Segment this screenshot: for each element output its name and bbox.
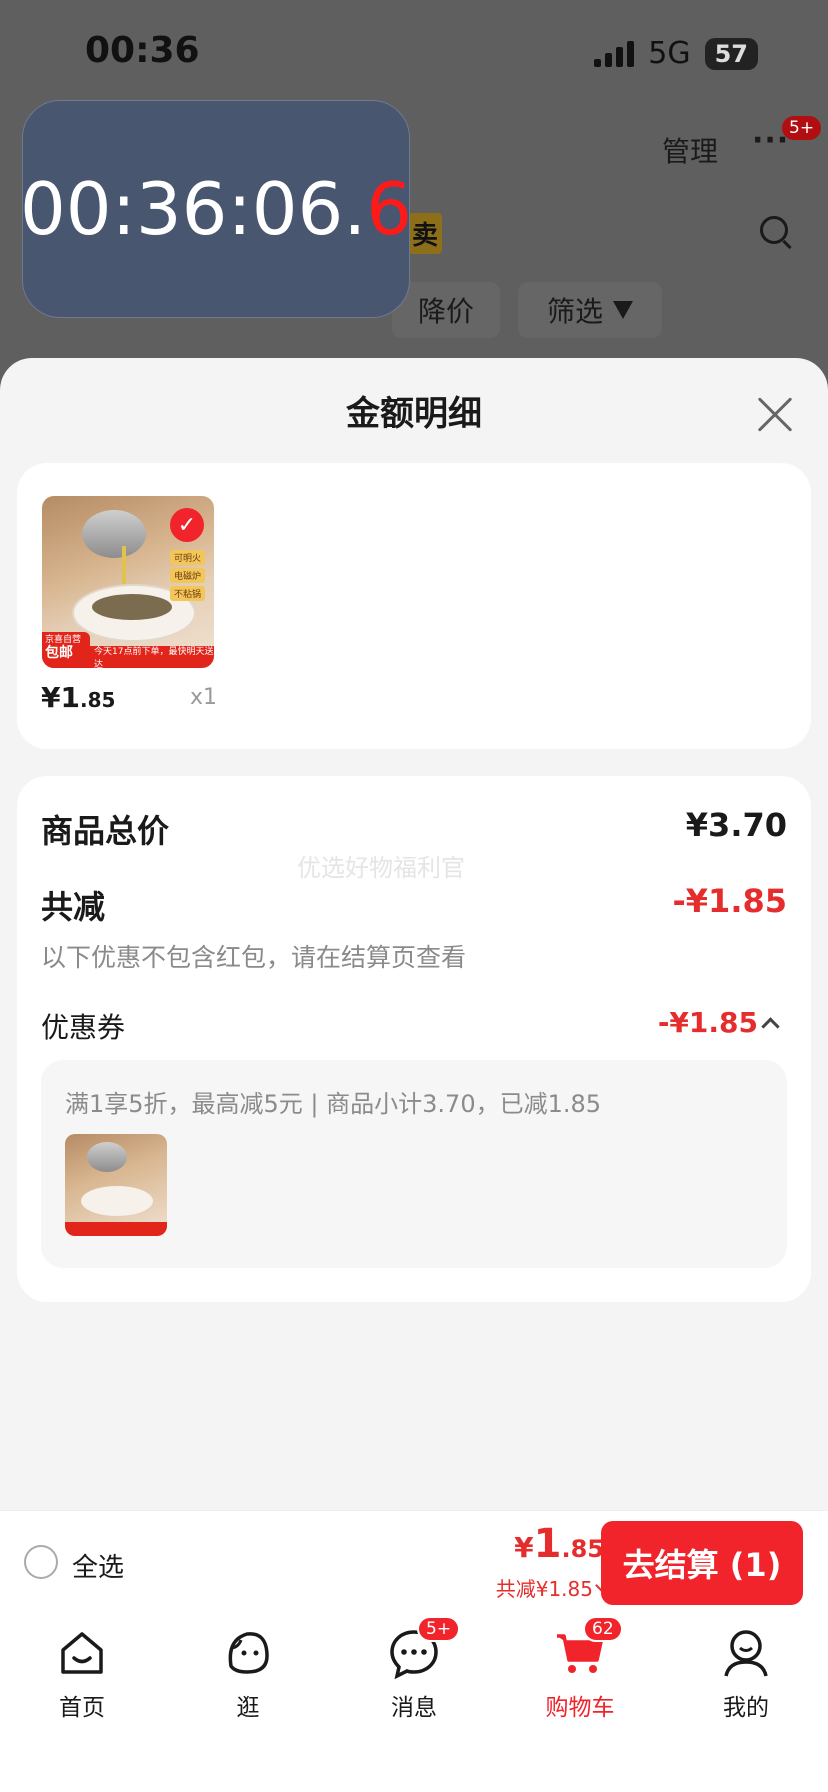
network-type: 5G [648, 36, 691, 71]
cart-badge: 62 [583, 1616, 623, 1642]
face-icon [221, 1626, 275, 1680]
price-drop-label: 降价 [417, 295, 474, 328]
tab-messages[interactable]: 5+ 消息 [354, 1616, 474, 1736]
product-quantity: x1 [190, 685, 218, 710]
image-tag: 可明火 [170, 550, 206, 565]
profile-icon [719, 1626, 773, 1680]
status-time: 00:36 [85, 30, 200, 71]
check-icon[interactable]: ✓ [170, 508, 204, 542]
status-indicators: 5G 57 [594, 36, 758, 71]
coupon-label: 优惠券 [41, 1011, 126, 1044]
timer-tenths: 6 [366, 167, 413, 251]
filter-icon [613, 301, 633, 319]
search-icon[interactable] [760, 216, 788, 244]
image-tag: 不粘锅 [170, 586, 206, 601]
chevron-up-icon [761, 1017, 780, 1036]
more-badge: 5+ [782, 116, 822, 140]
select-all-label[interactable]: 全选 [72, 1547, 124, 1584]
tab-home[interactable]: 首页 [22, 1626, 142, 1736]
timer-main: 00:36:06. [19, 167, 367, 251]
select-all-radio[interactable] [24, 1545, 58, 1579]
total-price-value: ¥3.70 [685, 806, 787, 844]
sheet-title: 金额明细 [346, 394, 482, 434]
discount-label: 共减 [41, 888, 106, 926]
discount-value: -¥1.85 [672, 882, 788, 920]
close-icon[interactable] [756, 396, 794, 434]
timer-overlay[interactable]: 00:36:06. 6 [19, 100, 413, 318]
total-price-label: 商品总价 [41, 812, 170, 850]
coupon-detail-box: 满1享5折，最高减5元 | 商品小计3.70，已减1.85 [41, 1060, 787, 1268]
product-image[interactable]: 可明火 电磁炉 不粘锅 今天17点前下单，最快明天送达 京喜自营 包邮 ✓ [42, 496, 214, 668]
battery-icon: 57 [704, 37, 758, 70]
tab-bar: 首页 逛 5+ 消息 62 购物车 我的 [0, 1612, 828, 1792]
discount-note: 以下优惠不包含红包，请在结算页查看 [41, 943, 467, 972]
home-icon [55, 1626, 109, 1680]
sell-tag: 卖 [408, 213, 443, 254]
coupon-product-thumbnail [65, 1134, 167, 1236]
image-badge: 京喜自营 包邮 [42, 632, 90, 668]
tab-profile[interactable]: 我的 [686, 1626, 806, 1736]
message-icon: 5+ [387, 1616, 461, 1680]
signal-icon [594, 40, 635, 67]
amount-detail-sheet: 金额明细 可明火 电磁炉 不粘锅 今天17点前下单，最快明天送达 京喜自营 包邮… [0, 358, 828, 1510]
message-badge: 5+ [417, 1616, 461, 1642]
filter-label: 筛选 [546, 295, 603, 328]
filter-chip[interactable]: 筛选 [518, 282, 662, 338]
tab-label: 消息 [391, 1695, 437, 1721]
summary-card: 优选好物福利官 商品总价 ¥3.70 共减 -¥1.85 以下优惠不包含红包，请… [17, 776, 811, 1302]
checkout-discount: 共减¥1.85 [495, 1577, 593, 1601]
tab-label: 逛 [236, 1695, 260, 1721]
coupon-toggle[interactable]: -¥1.85 [657, 1006, 780, 1039]
tab-cart[interactable]: 62 购物车 [520, 1616, 640, 1736]
checkout-discount-toggle[interactable]: 共减¥1.85 [495, 1573, 608, 1602]
product-price: ¥1.85 [41, 681, 116, 714]
manage-button[interactable]: 管理 [662, 130, 718, 170]
checkout-button[interactable]: 去结算 (1) [601, 1521, 803, 1605]
image-tag: 电磁炉 [170, 568, 206, 583]
coupon-value: -¥1.85 [657, 1006, 758, 1039]
checkout-total: ¥1.85 [514, 1521, 604, 1567]
tab-label: 购物车 [545, 1695, 615, 1721]
tab-label: 首页 [59, 1695, 105, 1721]
product-card: 可明火 电磁炉 不粘锅 今天17点前下单，最快明天送达 京喜自营 包邮 ✓ ¥1… [17, 463, 811, 749]
cart-icon: 62 [553, 1616, 623, 1680]
tab-label: 我的 [723, 1695, 769, 1721]
watermark: 优选好物福利官 [297, 854, 465, 882]
checkout-bar: 全选 ¥1.85 共减¥1.85 去结算 (1) [0, 1510, 828, 1613]
coupon-description: 满1享5折，最高减5元 | 商品小计3.70，已减1.85 [65, 1090, 602, 1118]
tab-explore[interactable]: 逛 [188, 1626, 308, 1736]
